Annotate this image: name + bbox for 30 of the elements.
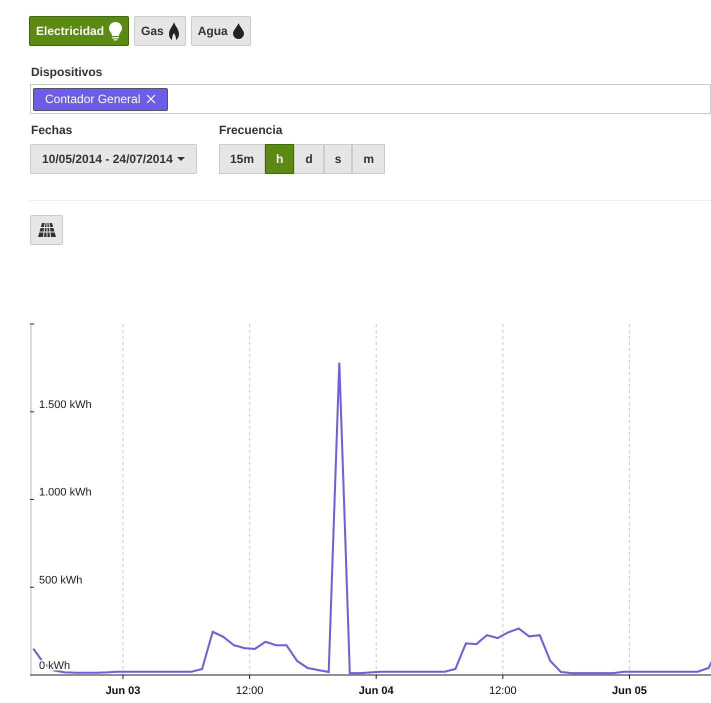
- x-tick-label: 12:00: [236, 685, 264, 697]
- caret-icon: [176, 157, 185, 161]
- drop-icon: [232, 23, 244, 39]
- frequency-option[interactable]: s: [324, 144, 352, 174]
- y-tick-label: 1.000 kWh: [39, 486, 92, 498]
- lightbulb-icon: [109, 22, 122, 40]
- frequency-option[interactable]: 15m: [219, 144, 266, 174]
- frequency-option[interactable]: h: [265, 144, 294, 174]
- frequency-option[interactable]: d: [294, 144, 324, 174]
- frequency-label: Frecuencia: [219, 122, 284, 136]
- devices-label: Dispositivos: [31, 64, 104, 78]
- tag-label: Contador General: [45, 91, 140, 108]
- remove-icon[interactable]: [146, 94, 156, 104]
- flame-icon: [168, 22, 179, 40]
- x-tick-label: Jun 03: [106, 685, 140, 697]
- x-tick-label: Jun 04: [358, 685, 394, 697]
- y-tick-label: 0 kWh: [39, 660, 70, 672]
- frequency-option[interactable]: m: [352, 144, 386, 174]
- x-tick-label: 12:00: [489, 685, 517, 697]
- utility-tab[interactable]: Agua: [190, 16, 251, 46]
- dates-label: Fechas: [31, 122, 74, 136]
- date-range-dropdown[interactable]: 10/05/2014 - 24/07/2014: [30, 144, 197, 174]
- utility-tab[interactable]: Gas: [134, 16, 186, 46]
- x-tick-label: Jun 05: [612, 685, 647, 697]
- grid-icon: [38, 223, 56, 237]
- devices-field[interactable]: Contador General: [30, 84, 711, 114]
- utility-tab[interactable]: Electricidad: [29, 16, 130, 46]
- y-tick-label: 500 kWh: [39, 574, 82, 586]
- grid-view-button[interactable]: [30, 215, 63, 245]
- y-tick-label: 1.500 kWh: [39, 398, 92, 411]
